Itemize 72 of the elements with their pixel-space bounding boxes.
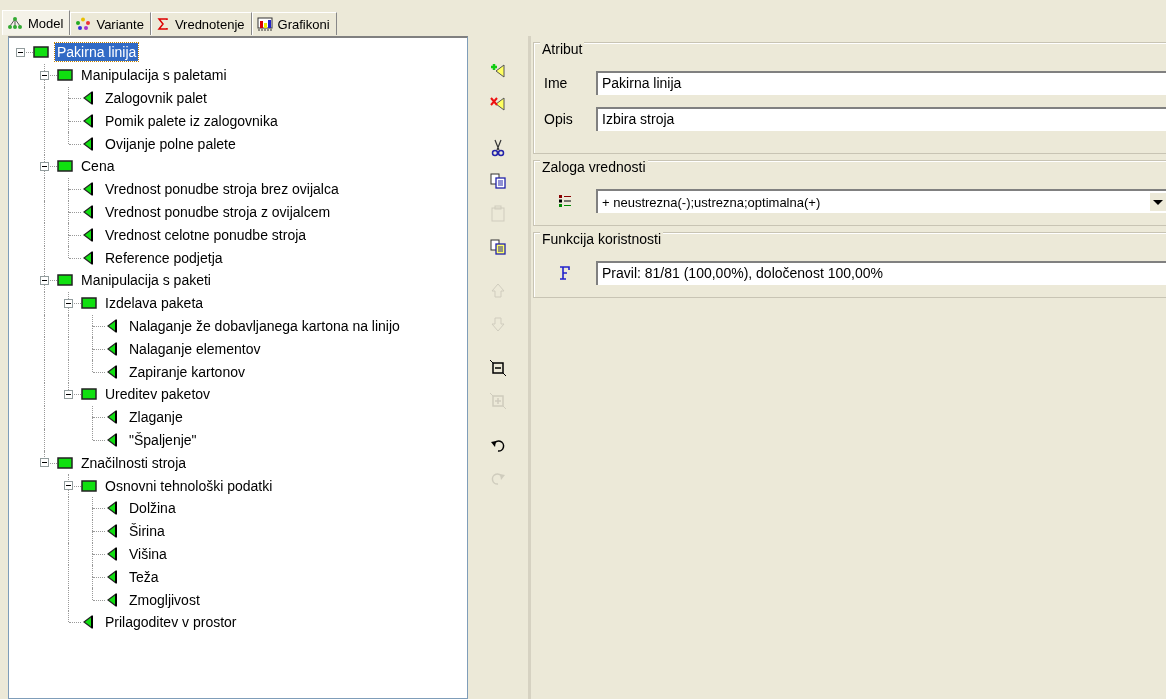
group-node-icon [33,46,49,59]
up-arrow-icon [489,282,507,300]
tree-item[interactable]: Manipulacija s paketi [79,271,213,290]
dots-icon [75,17,92,31]
tree-item[interactable]: Vrednost celotne ponudbe stroja [103,225,309,244]
tree-item[interactable]: Širina [127,522,167,541]
collapse-toggle[interactable] [40,70,49,80]
tree-item[interactable]: Značilnosti stroja [79,453,189,472]
tree-item[interactable]: Reference podjetja [103,248,225,267]
group-node-icon [57,69,73,82]
field-label: Opis [544,111,574,127]
tree-item[interactable]: Ovijanje polne palete [103,134,238,153]
down-arrow-icon [489,315,507,333]
tree-item[interactable]: Pomik palete iz zalogovnika [103,111,280,130]
collapse-icon [489,359,507,377]
clipboard-icon [489,205,507,223]
tree-item[interactable]: Cena [79,157,117,176]
copy-icon [489,238,507,256]
tree-item[interactable]: Izdelava paketa [103,294,206,313]
input-field[interactable]: Pakirna linija [596,71,1166,95]
tree-item[interactable]: Osnovni tehnološki podatki [103,476,275,495]
tree-item[interactable]: Nalaganje elementov [127,339,263,358]
group-node-icon [81,479,97,492]
tree-item[interactable]: Dolžina [127,499,178,518]
collapse-toggle[interactable] [64,481,73,491]
collapse-toggle[interactable] [40,458,49,468]
tree-item[interactable]: Vrednost ponudbe stroja z ovijalcem [103,202,333,221]
expand-icon [489,392,507,410]
input-field[interactable]: Izbira stroja [596,107,1166,131]
bar-chart-icon [256,17,273,31]
scissors-icon [489,139,507,157]
tree-item[interactable]: Zalogovnik palet [103,89,209,107]
list-icon [558,194,572,208]
tree-item[interactable]: Zlaganje [127,408,185,427]
tab[interactable]: Variante [70,12,151,35]
group-node-icon [57,160,73,173]
group-title: Funkcija koristnosti [540,231,664,247]
tree-item[interactable]: Pakirna linija [55,43,139,62]
toolbar-button[interactable] [487,357,509,379]
tab[interactable]: Vrednotenje [150,12,252,35]
dropdown-field[interactable]: + neustrezna(-);ustrezna;optimalna(+) [596,189,1166,213]
group-title: Zaloga vrednosti [540,159,648,175]
tree-item[interactable]: Prilagoditev v prostor [103,613,239,632]
tab[interactable]: Grafikoni [251,12,337,35]
tree-item[interactable]: Nalaganje že dobavljanega kartona na linijo [127,316,402,335]
group-node-icon [57,274,73,287]
tree-item[interactable]: Manipulacija s paletami [79,66,229,85]
input-field[interactable]: Pravil: 81/81 (100,00%), določenost 100,00% [596,261,1166,285]
group-node-icon [57,456,73,469]
function-icon [558,266,570,280]
tree-item[interactable]: Zmogljivost [127,590,202,609]
tree-item[interactable]: Ureditev paketov [103,385,213,404]
tab[interactable]: Model [2,10,71,35]
cross-triangle-icon [489,95,507,113]
tree-item[interactable]: Teža [127,567,161,586]
collapse-toggle[interactable] [40,161,49,171]
copy-icon [489,172,507,190]
group-title: Atribut [540,41,585,57]
field-label: Ime [544,75,569,91]
tree-item[interactable]: Vrednost ponudbe stroja brez ovijalca [103,180,341,199]
collapse-toggle[interactable] [16,47,25,57]
tree-item[interactable]: "Špaljenje" [127,430,199,449]
tree-item[interactable]: Zapiranje kartonov [127,362,247,381]
group-node-icon [81,388,97,401]
tree-item[interactable]: Višina [127,544,169,563]
hierarchy-icon [7,16,23,30]
sigma-icon [155,17,170,31]
collapse-toggle[interactable] [64,298,73,308]
collapse-toggle[interactable] [40,275,49,285]
collapse-toggle[interactable] [64,389,73,399]
plus-triangle-icon [489,62,507,80]
group-node-icon [81,297,97,310]
